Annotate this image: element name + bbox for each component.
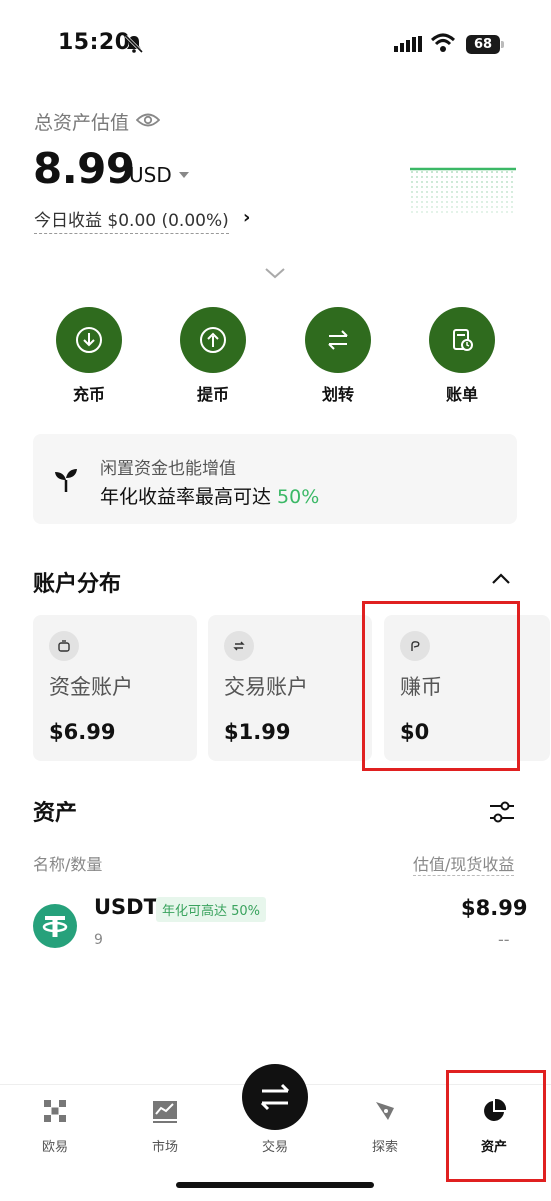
home-indicator[interactable] <box>176 1182 374 1188</box>
asset-value: $8.99 <box>461 896 528 920</box>
sprout-icon <box>55 469 77 492</box>
column-header-value[interactable]: 估值/现货收益 <box>413 851 515 876</box>
withdraw-button[interactable]: 提币 <box>173 307 253 405</box>
nav-label: 探索 <box>371 1140 398 1155</box>
annotation-highlight-box <box>446 1070 546 1182</box>
trading-account-card[interactable]: 交易账户 $1.99 <box>208 615 372 761</box>
assets-title: 资产 <box>33 801 78 826</box>
asset-quantity: 9 <box>94 932 103 948</box>
promo-line-1: 闲置资金也能增值 <box>100 459 236 479</box>
today-pnl[interactable]: 今日收益 $0.00 (0.00%) <box>34 206 229 234</box>
cellular-signal-icon <box>394 36 422 52</box>
column-header-name: 名称/数量 <box>33 855 103 874</box>
nav-market[interactable]: 市场 <box>120 1098 210 1155</box>
filter-sliders-icon[interactable] <box>488 799 516 825</box>
annotation-highlight-box <box>362 601 520 771</box>
funding-account-card[interactable]: 资金账户 $6.99 <box>33 615 197 761</box>
swap-arrows-icon <box>260 1083 290 1111</box>
account-distribution-title: 账户分布 <box>33 572 122 597</box>
chevron-down-icon[interactable] <box>263 266 287 280</box>
promo-line-2-text: 年化收益率最高可达 <box>100 486 278 508</box>
nav-label: 交易 <box>261 1140 288 1155</box>
promo-line-2: 年化收益率最高可达 50% <box>100 482 319 509</box>
status-time: 15:20 <box>58 30 131 55</box>
deposit-button[interactable]: 充币 <box>49 307 129 405</box>
compass-icon <box>376 1102 394 1120</box>
withdraw-icon <box>180 307 246 373</box>
deposit-label: 充币 <box>72 385 105 404</box>
asset-symbol[interactable]: USDT <box>94 895 158 919</box>
transfer-icon <box>305 307 371 373</box>
sparkline-chart <box>410 167 516 213</box>
nav-explore[interactable]: 探索 <box>340 1098 430 1155</box>
withdraw-label: 提币 <box>196 385 229 404</box>
total-balance: 8.99 <box>33 144 135 193</box>
account-value: $6.99 <box>49 720 116 744</box>
battery-tip <box>501 41 504 48</box>
asset-pnl: -- <box>498 930 510 949</box>
account-name: 交易账户 <box>224 675 308 699</box>
okx-logo-icon <box>44 1100 66 1122</box>
account-name: 资金账户 <box>49 675 133 699</box>
quick-actions: 充币 提币 划转 账单 <box>0 307 551 407</box>
apy-badge[interactable]: 年化可高达 50% <box>156 897 267 922</box>
transfer-label: 划转 <box>321 385 354 404</box>
deposit-icon <box>56 307 122 373</box>
earn-promo-banner[interactable] <box>33 434 517 524</box>
chart-icon <box>153 1101 177 1123</box>
caret-down-icon[interactable] <box>179 172 189 178</box>
account-value: $1.99 <box>224 720 291 744</box>
battery-indicator: 68 <box>466 35 500 54</box>
nav-home[interactable]: 欧易 <box>10 1098 100 1155</box>
usdt-logo-icon <box>33 904 77 948</box>
wallet-icon <box>49 631 79 661</box>
bell-muted-icon <box>124 34 144 54</box>
total-assets-label: 总资产估值 <box>34 112 130 134</box>
bill-button[interactable]: 账单 <box>422 307 502 405</box>
chevron-up-icon[interactable] <box>490 572 512 586</box>
nav-label: 欧易 <box>41 1140 68 1155</box>
nav-label: 市场 <box>151 1140 178 1155</box>
transfer-button[interactable]: 划转 <box>298 307 378 405</box>
chevron-right-icon[interactable]: › <box>243 207 250 228</box>
bill-label: 账单 <box>445 385 478 404</box>
trade-button[interactable] <box>242 1064 308 1130</box>
currency-selector[interactable]: USD <box>129 163 172 187</box>
swap-icon <box>224 631 254 661</box>
wifi-icon <box>430 33 456 52</box>
bill-icon <box>429 307 495 373</box>
promo-rate-highlight: 50% <box>277 486 320 508</box>
eye-icon[interactable] <box>136 111 160 129</box>
